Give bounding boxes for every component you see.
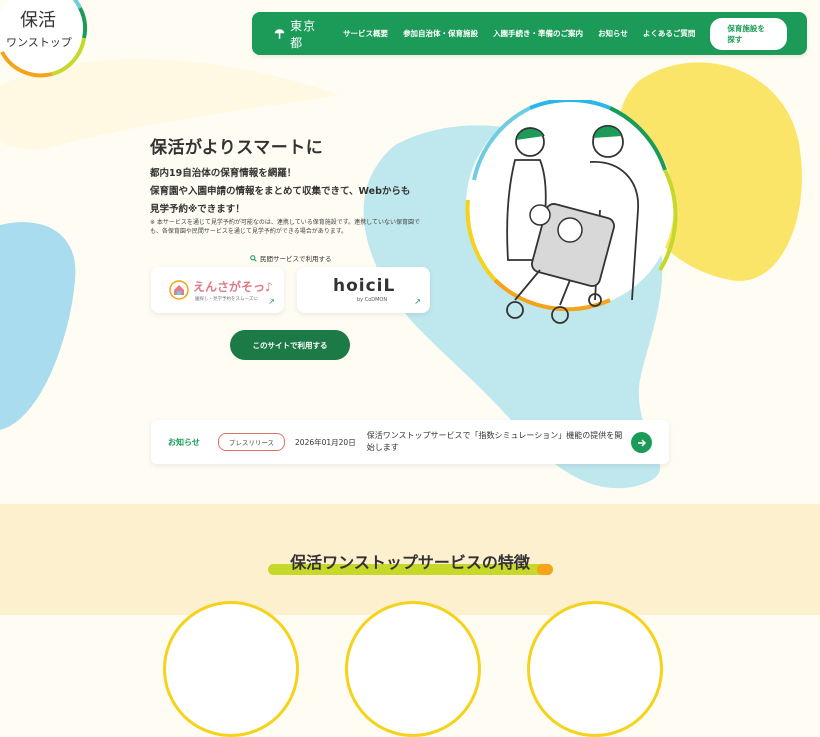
hero-title: 保活がよりスマートに [150,138,324,158]
feature-circle-3 [527,601,663,737]
ensagaso-sub: 園探し・見学予約をスムーズに [195,297,258,302]
hoicil-sub: by CoDMON [357,297,388,303]
news-tag: プレスリリース [217,433,286,451]
site-logo-badge: 保活 ワンストップ [0,0,88,78]
external-arrow-icon: ↗ [414,297,421,306]
nav-faq[interactable]: よくあるご質問 [643,28,696,39]
feature-circle-2 [345,601,481,737]
hoicil-name: hoiciL [333,276,396,296]
house-icon [169,280,189,300]
search-icon [250,254,257,262]
hero-line-3: 見学予約※できます！ [150,204,245,215]
news-title[interactable]: 保活ワンストップサービスで「指数シミュレーション」機能の提供を開始します [367,430,625,454]
site-logo[interactable]: 保活 ワンストップ [0,0,90,80]
service-card-ensagaso[interactable]: えんさがそっ♪ 園探し・見学予約をスムーズに ↗ [151,267,284,313]
arrow-right-icon [637,438,646,447]
global-header: 東京都 サービス概要 参加自治体・保育施設 入園手続き・準備のご案内 お知らせ … [252,12,807,55]
private-services-label: 民間サービスで利用する [250,253,332,263]
service-card-hoicil[interactable]: hoiciL by CoDMON ↗ [297,267,430,313]
global-nav: サービス概要 参加自治体・保育施設 入園手続き・準備のご案内 お知らせ よくある… [343,28,710,39]
news-date: 2026年01月20日 [295,437,356,447]
hero-description: 都内19自治体の保育情報を網羅！ 保育園や入園申請の情報をまとめて収集できて、W… [150,165,410,219]
news-banner[interactable]: お知らせ プレスリリース 2026年01月20日 保活ワンストップサービスで「指… [151,420,669,464]
ensagaso-name: えんさがそっ♪ [193,280,273,294]
search-facility-button[interactable]: 保育施設を探す [710,17,787,50]
tokyo-emblem-icon [274,28,285,39]
nav-news[interactable]: お知らせ [598,28,628,39]
private-services-text: 民間サービスで利用する [260,255,332,263]
hero-line-1: 都内19自治体の保育情報を網羅！ [150,168,297,179]
tokyo-logo-text: 東京都 [290,18,317,50]
news-label: お知らせ [168,437,200,447]
logo-text-2: ワンストップ [6,36,72,49]
news-arrow-button[interactable] [631,432,652,453]
features-section: 保活ワンストップサービスの特徴 [0,504,820,737]
family-illustration [465,100,678,324]
nav-service-overview[interactable]: サービス概要 [343,28,388,39]
nav-participating[interactable]: 参加自治体・保育施設 [403,28,478,39]
hero-note: ※ 本サービスを通じて見学予約が可能なのは、連携している保育施設です。連携してい… [150,219,420,235]
tokyo-logo[interactable]: 東京都 [274,17,321,51]
logo-text-1: 保活 [20,10,56,31]
hero-line-2: 保育園や入園申請の情報をまとめて収集できて、Webからも [150,186,411,197]
external-arrow-icon: ↗ [268,297,275,306]
use-this-site-button[interactable]: このサイトで利用する [230,330,350,360]
feature-circle-1 [163,601,299,737]
features-title: 保活ワンストップサービスの特徴 [290,553,530,572]
nav-admission-guide[interactable]: 入園手続き・準備のご案内 [493,28,583,39]
